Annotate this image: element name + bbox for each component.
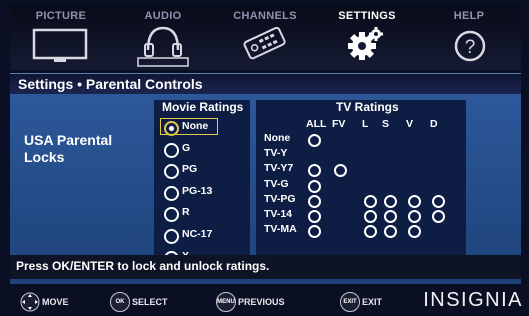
radio-button[interactable] xyxy=(164,186,179,201)
tv-rating-row-label: TV-G xyxy=(264,177,289,190)
tab-help[interactable]: HELP ? xyxy=(418,6,520,70)
tv-rating-radio-tv-ma-all[interactable] xyxy=(308,225,321,239)
tv-rating-radio-tv-14-l[interactable] xyxy=(364,210,377,223)
tv-column-d: D xyxy=(430,118,438,130)
tv-rating-radio-tv-14-all[interactable] xyxy=(308,210,321,223)
help-icon: ? xyxy=(454,30,486,62)
parental-controls-panel: Settings • Parental Controls USA Parenta… xyxy=(10,73,521,284)
tv-column-all: ALL xyxy=(306,118,327,130)
headphones-icon xyxy=(137,26,189,67)
tv-column-fv: FV xyxy=(332,118,346,130)
radio-button[interactable] xyxy=(164,143,179,158)
gear-icon xyxy=(348,27,383,60)
status-bar: Press OK/ENTER to lock and unlock rating… xyxy=(10,255,521,279)
tv-rating-radio-tv-y7-all[interactable] xyxy=(308,164,321,178)
tab-audio[interactable]: AUDIO xyxy=(112,6,214,70)
brand-logo: INSIGNIA xyxy=(423,289,523,311)
svg-text:?: ? xyxy=(465,37,476,58)
tv-rating-radio-tv-ma-s[interactable] xyxy=(384,225,397,239)
usa-parental-locks-label: USA Parental Locks xyxy=(24,132,113,165)
tv-rating-radio-tv-pg-v[interactable] xyxy=(408,194,421,208)
tv-rating-row-label: None xyxy=(264,132,291,144)
tv-rating-radio-tv-pg-l[interactable] xyxy=(364,194,377,208)
tv-rating-radio-tv-y7-fv[interactable] xyxy=(334,164,347,178)
tv-column-l: L xyxy=(362,118,369,130)
tv-rating-radio-tv-g-all[interactable] xyxy=(308,179,321,193)
tv-rating-row-label: TV-Y7 xyxy=(264,162,294,175)
movie-rating-label: PG xyxy=(182,163,198,175)
tv-rating-radio-tv-pg-d[interactable] xyxy=(432,194,445,208)
tv-rating-radio-tv-14-v[interactable] xyxy=(408,210,421,223)
tab-picture[interactable]: PICTURE xyxy=(10,6,112,70)
movie-rating-label: NC-17 xyxy=(182,228,213,240)
tv-rating-row-label: TV-MA xyxy=(264,223,297,236)
movie-rating-label: G xyxy=(182,142,191,154)
menu-button-icon: MENU xyxy=(216,292,236,312)
dpad-icon xyxy=(20,292,40,312)
radio-button[interactable] xyxy=(164,229,179,244)
hint-previous-label: PREVIOUS xyxy=(238,297,285,307)
movie-rating-label: None xyxy=(182,120,209,132)
ok-enter-button-icon: OK ENTER xyxy=(110,292,130,312)
tv-rating-radio-tv-ma-v[interactable] xyxy=(408,225,421,239)
tv-rating-row-label: TV-14 xyxy=(264,208,293,220)
radio-button[interactable] xyxy=(164,121,179,136)
remote-control-icon xyxy=(243,26,286,60)
tv-ratings-heading: TV Ratings xyxy=(336,100,399,114)
movie-rating-label: PG-13 xyxy=(182,185,213,197)
tv-icon xyxy=(32,28,88,62)
tab-settings[interactable]: SETTINGS xyxy=(316,6,418,70)
page-title: Settings • Parental Controls xyxy=(18,76,203,92)
tv-rating-radio-none-all[interactable] xyxy=(308,134,321,147)
tv-column-s: S xyxy=(382,118,390,130)
tv-rating-radio-tv-14-d[interactable] xyxy=(432,210,445,223)
status-text: Press OK/ENTER to lock and unlock rating… xyxy=(16,259,270,273)
tv-rating-radio-tv-14-s[interactable] xyxy=(384,210,397,223)
tab-channels[interactable]: CHANNELS xyxy=(214,6,316,70)
tv-rating-radio-tv-pg-s[interactable] xyxy=(384,194,397,208)
movie-ratings-box: Movie Ratings None G PG PG-13 R NC-17 xyxy=(154,100,250,275)
exit-button-icon: EXIT xyxy=(340,292,360,312)
hint-select-label: SELECT xyxy=(132,297,168,307)
tv-ratings-box: TV Ratings ALL FV L S V D None TV-Y TV-Y7 TV-G TV… xyxy=(256,100,466,275)
tv-rating-radio-tv-pg-all[interactable] xyxy=(308,194,321,208)
top-menu: PICTURE AUDIO CHANNELS SETTINGS HELP ? xyxy=(10,6,521,70)
radio-button[interactable] xyxy=(164,164,179,179)
hint-exit-label: EXIT xyxy=(362,297,383,307)
tv-column-v: V xyxy=(406,118,414,130)
panel-title-bar: Settings • Parental Controls xyxy=(10,74,521,94)
tv-rating-row-label: TV-PG xyxy=(264,192,296,205)
bottom-hint-bar: MOVE OK ENTER SELECT MENU PREVIOUS EXIT … xyxy=(0,286,529,316)
movie-rating-label: R xyxy=(182,206,190,218)
movie-ratings-heading: Movie Ratings xyxy=(162,100,244,114)
radio-button[interactable] xyxy=(164,207,179,222)
tv-rating-radio-tv-ma-l[interactable] xyxy=(364,225,377,239)
tv-rating-row-label: TV-Y xyxy=(264,147,288,160)
hint-move-label: MOVE xyxy=(42,297,69,307)
tv-settings-screen: PICTURE AUDIO CHANNELS SETTINGS HELP ? S… xyxy=(0,0,529,316)
